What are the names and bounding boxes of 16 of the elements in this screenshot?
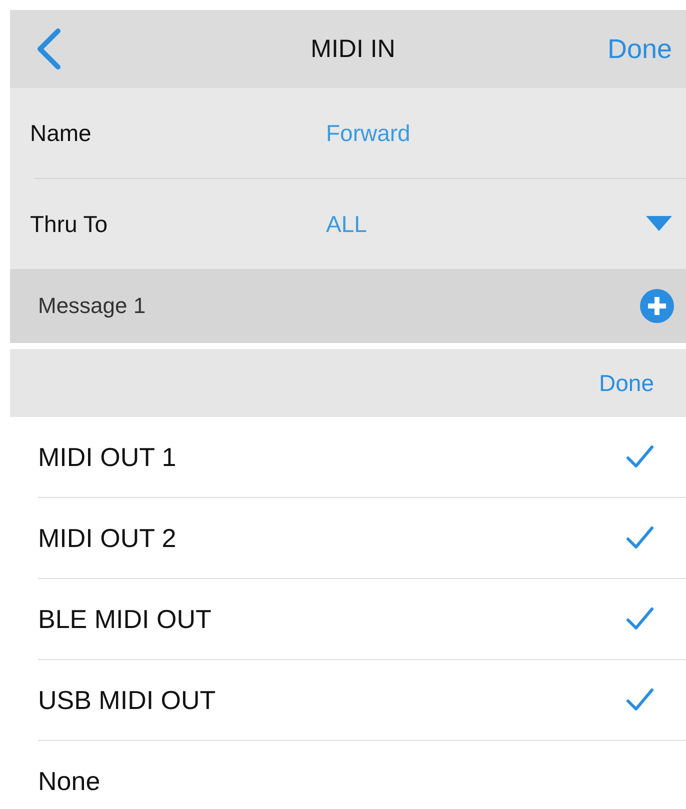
field-label: Thru To — [30, 210, 109, 238]
option-label: USB MIDI OUT — [38, 684, 216, 716]
option-label: BLE MIDI OUT — [38, 604, 212, 634]
option-row[interactable]: USB MIDI OUT — [38, 660, 686, 741]
dropdown-triangle-icon[interactable] — [646, 216, 672, 232]
option-row[interactable]: BLE MIDI OUT — [38, 579, 686, 660]
screen-title: MIDI IN — [310, 34, 396, 64]
add-icon[interactable] — [640, 289, 674, 323]
option-label: MIDI OUT 1 — [38, 442, 176, 472]
option-row[interactable]: MIDI OUT 2 — [38, 498, 686, 579]
field-label: Name — [30, 120, 92, 146]
option-row[interactable]: MIDI OUT 1 — [38, 417, 686, 498]
option-label: MIDI OUT 2 — [38, 522, 176, 554]
option-row[interactable]: None — [38, 741, 686, 809]
option-label: None — [38, 766, 100, 796]
message-label: Message 1 — [38, 293, 146, 319]
